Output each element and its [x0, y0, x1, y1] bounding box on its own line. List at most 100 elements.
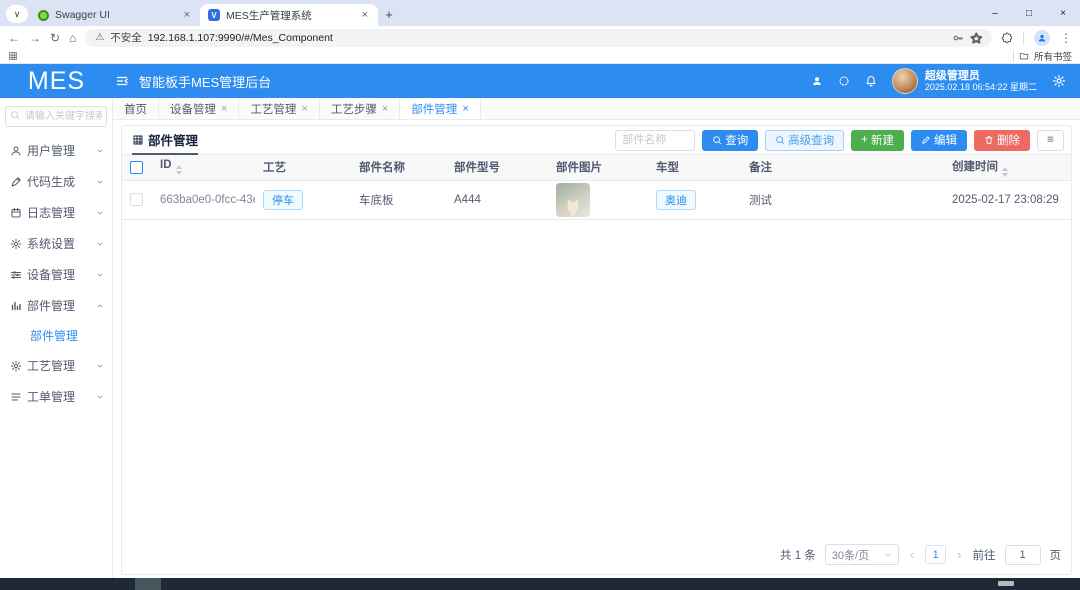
next-page-icon[interactable]: ›	[955, 547, 963, 562]
tab-label: 工艺管理	[250, 101, 296, 117]
search-icon	[10, 110, 20, 120]
forward-icon[interactable]: →	[29, 31, 41, 45]
close-tab-icon[interactable]: ×	[301, 103, 307, 115]
close-tab-icon[interactable]: ×	[462, 103, 468, 115]
home-icon[interactable]: ⌂	[69, 31, 76, 45]
close-tab-icon[interactable]: ×	[182, 9, 192, 21]
column-label: 部件型号	[454, 162, 500, 174]
user-avatar[interactable]	[892, 68, 918, 94]
browser-tabstrip: ∨ Swagger UI × V MES生产管理系统 × + – □ ×	[0, 0, 1080, 26]
page-size-value: 30条/页	[832, 547, 869, 563]
pen-icon	[10, 176, 22, 188]
new-tab-button[interactable]: +	[378, 3, 400, 25]
sort-icon[interactable]	[176, 165, 182, 175]
sidebar-item-log-mgmt[interactable]: 日志管理	[0, 197, 112, 228]
sidebar-subitem-component-mgmt[interactable]: 部件管理	[0, 321, 112, 350]
column-header-created[interactable]: 创建时间	[944, 155, 1071, 180]
tab-device-mgmt[interactable]: 设备管理 ×	[159, 98, 239, 119]
prev-page-icon[interactable]: ‹	[908, 547, 916, 562]
window-close-button[interactable]: ×	[1046, 0, 1080, 26]
bar-chart-icon	[10, 300, 22, 312]
tab-component-mgmt[interactable]: 部件管理 ×	[400, 98, 480, 119]
security-label[interactable]: 不安全	[110, 30, 142, 45]
notification-bell-icon[interactable]	[865, 75, 877, 87]
create-button-label: 新建	[871, 132, 894, 148]
sidebar-item-craft-mgmt[interactable]: 工艺管理	[0, 350, 112, 381]
sidebar-item-code-gen[interactable]: 代码生成	[0, 166, 112, 197]
user-icon[interactable]	[811, 75, 823, 87]
tab-label: 首页	[124, 101, 147, 117]
column-header-model: 部件型号	[446, 155, 548, 180]
security-warning-icon: ⚠	[95, 32, 104, 43]
sidebar-item-label: 工单管理	[27, 388, 96, 405]
sidebar-item-label: 日志管理	[27, 204, 96, 221]
close-tab-icon[interactable]: ×	[221, 103, 227, 115]
sidebar-item-label: 设备管理	[27, 266, 96, 283]
all-bookmarks[interactable]: 所有书签	[1013, 49, 1072, 63]
column-label: 创建时间	[952, 161, 998, 173]
tab-search-button[interactable]: ∨	[6, 5, 28, 23]
component-name-filter-input[interactable]	[615, 130, 695, 151]
settings-gear-icon[interactable]	[1052, 74, 1066, 88]
bookmark-star-icon[interactable]	[970, 32, 982, 44]
browser-tab-swagger[interactable]: Swagger UI ×	[30, 4, 200, 26]
close-tab-icon[interactable]: ×	[360, 9, 370, 21]
column-header-id[interactable]: ID	[152, 155, 255, 180]
back-icon[interactable]: ←	[8, 31, 20, 45]
tab-craft-mgmt[interactable]: 工艺管理 ×	[239, 98, 319, 119]
tab-home[interactable]: 首页	[113, 98, 159, 119]
fullscreen-circle-icon[interactable]	[838, 75, 850, 87]
url-text[interactable]: 192.168.1.107:9990/#/Mes_Component	[148, 32, 333, 44]
folder-icon	[1019, 51, 1029, 61]
cell-craft: 停车	[255, 180, 351, 219]
sidebar-item-device-mgmt[interactable]: 设备管理	[0, 259, 112, 290]
extensions-puzzle-icon[interactable]	[1001, 32, 1013, 44]
sort-icon[interactable]	[1002, 167, 1008, 177]
window-maximize-button[interactable]: □	[1012, 0, 1046, 26]
apps-grid-icon[interactable]	[8, 51, 18, 61]
advanced-query-button[interactable]: 高级查询	[765, 130, 844, 151]
page-size-select[interactable]: 30条/页	[825, 544, 899, 565]
tab-craft-steps[interactable]: 工艺步骤 ×	[320, 98, 400, 119]
window-minimize-button[interactable]: –	[978, 0, 1012, 26]
table-row[interactable]: 663ba0e0-0fcc-43e5-... 停车 车底板 A444 奥迪 测试…	[122, 180, 1071, 219]
component-panel: 部件管理 查询 高级查询	[121, 125, 1072, 575]
delete-button-label: 删除	[997, 132, 1020, 148]
column-label: 工艺	[263, 162, 286, 174]
user-block[interactable]: 超级管理员 2025.02.18 06:54:22 星期二	[892, 68, 1037, 94]
goto-page-input[interactable]	[1005, 545, 1041, 565]
cell-created: 2025-02-17 23:08:29	[944, 180, 1071, 219]
toolbar: 查询 高级查询 + 新建	[615, 126, 1064, 154]
tab-search-chevron-icon: ∨	[14, 9, 21, 20]
browser-tab-mes[interactable]: V MES生产管理系统 ×	[200, 4, 378, 26]
edit-button[interactable]: 编辑	[911, 130, 967, 151]
select-all-checkbox[interactable]	[130, 161, 143, 174]
craft-tag: 停车	[263, 190, 303, 210]
chevron-down-icon	[96, 393, 104, 401]
page-tabs: 首页 设备管理 × 工艺管理 × 工艺步骤 × 部件管理 ×	[113, 98, 1080, 120]
browser-menu-icon[interactable]: ⋮	[1060, 31, 1072, 45]
sidebar-search-input[interactable]	[5, 106, 107, 127]
column-settings-button[interactable]: ≡	[1037, 130, 1064, 151]
component-photo-thumbnail[interactable]	[556, 183, 590, 217]
sidebar-item-system-settings[interactable]: 系统设置	[0, 228, 112, 259]
sidebar-search	[5, 106, 107, 127]
password-key-icon[interactable]	[952, 32, 964, 44]
reload-icon[interactable]: ↻	[50, 31, 60, 45]
sidebar-collapse-icon[interactable]	[115, 74, 129, 88]
taskbar-active-app[interactable]	[135, 578, 161, 590]
row-checkbox[interactable]	[130, 193, 143, 206]
sidebar-item-workorder-mgmt[interactable]: 工单管理	[0, 381, 112, 412]
sidebar-item-user-mgmt[interactable]: 用户管理	[0, 135, 112, 166]
profile-avatar-icon[interactable]	[1034, 30, 1050, 46]
query-button[interactable]: 查询	[702, 130, 758, 151]
close-tab-icon[interactable]: ×	[382, 103, 388, 115]
create-button[interactable]: + 新建	[851, 130, 904, 151]
browser-tab-title: MES生产管理系统	[226, 8, 354, 23]
chevron-down-icon	[884, 551, 892, 559]
sidebar-item-component-mgmt[interactable]: 部件管理	[0, 290, 112, 321]
page-number-1[interactable]: 1	[925, 545, 946, 564]
url-bar[interactable]: ⚠ 不安全 192.168.1.107:9990/#/Mes_Component	[85, 29, 992, 47]
delete-button[interactable]: 删除	[974, 130, 1030, 151]
chevron-down-icon	[96, 209, 104, 217]
